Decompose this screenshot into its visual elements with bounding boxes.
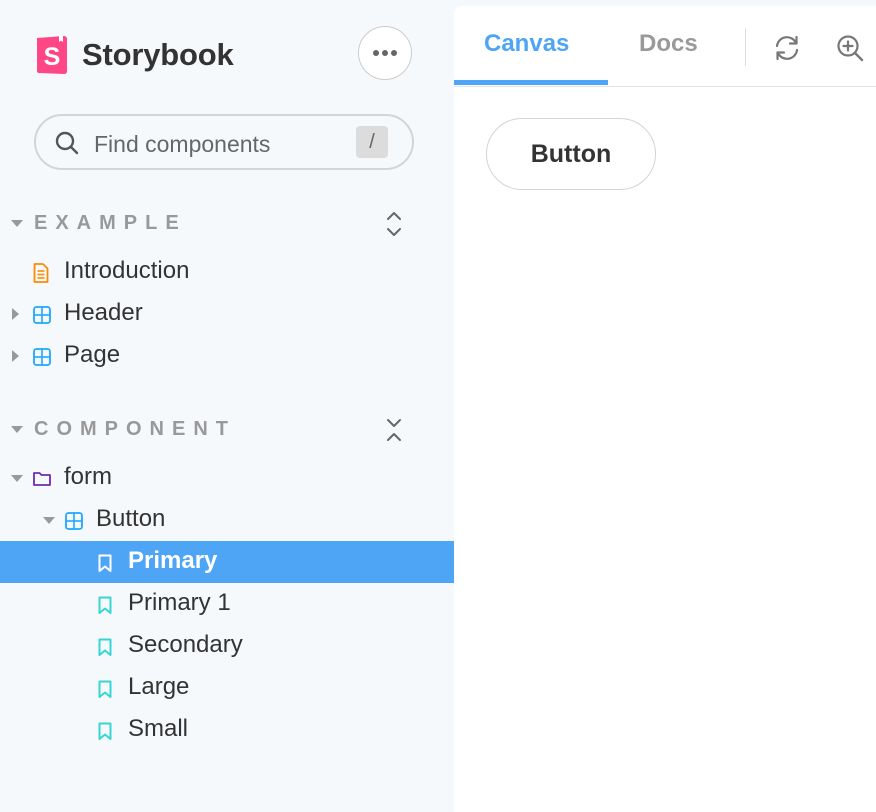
- collapse-all-icon: [387, 419, 401, 441]
- reload-icon[interactable]: [771, 32, 803, 64]
- bookmark-icon: [98, 554, 112, 572]
- sidebar: S Storybook / EXAMPLE: [0, 0, 454, 812]
- tree-item-label: Button: [96, 505, 166, 532]
- component-icon: [33, 348, 51, 366]
- active-tab-indicator: [454, 80, 608, 85]
- tree-item-label: Large: [128, 673, 190, 700]
- preview-toolbar: Canvas Docs: [454, 6, 876, 87]
- tree-item-label: Primary 1: [128, 589, 231, 616]
- folder-icon: [33, 472, 51, 486]
- storybook-logo[interactable]: S Storybook: [34, 32, 234, 78]
- tree-item-label: Primary: [128, 547, 218, 574]
- caret-down-icon: [43, 517, 55, 524]
- search-input[interactable]: [92, 126, 376, 162]
- document-icon: [33, 263, 49, 283]
- expand-all-button[interactable]: [384, 210, 404, 238]
- tree-item-page[interactable]: Page: [0, 335, 454, 377]
- tab-canvas[interactable]: Canvas: [484, 30, 569, 58]
- bookmark-icon: [98, 596, 112, 614]
- tree-item-header[interactable]: Header: [0, 293, 454, 335]
- caret-down-icon: [11, 426, 23, 433]
- brand-name: Storybook: [82, 37, 234, 72]
- component-icon: [33, 306, 51, 324]
- tree-item-label: Secondary: [128, 631, 243, 658]
- svg-text:S: S: [44, 43, 61, 71]
- bookmark-icon: [98, 722, 112, 740]
- component-icon: [65, 512, 83, 530]
- section-component-header[interactable]: COMPONENT: [0, 416, 454, 446]
- tree-item-button[interactable]: Button: [0, 499, 454, 541]
- ellipsis-icon: [373, 50, 397, 56]
- toolbar-divider: [745, 28, 746, 66]
- tree-item-label: Header: [64, 299, 143, 326]
- bookmark-icon: [98, 680, 112, 698]
- section-example-header[interactable]: EXAMPLE: [0, 210, 454, 240]
- caret-down-icon: [11, 475, 23, 482]
- tree-item-small[interactable]: Small: [0, 709, 454, 751]
- search-box[interactable]: /: [34, 114, 414, 170]
- section-title: EXAMPLE: [34, 212, 187, 234]
- caret-right-icon: [12, 308, 19, 320]
- tree-item-label: Small: [128, 715, 189, 742]
- tree-item-label: form: [64, 463, 112, 490]
- sidebar-menu-button[interactable]: [358, 26, 412, 80]
- tree-item-label: Page: [64, 341, 121, 368]
- preview-panel: Canvas Docs Button: [454, 6, 876, 812]
- tree-item-primary[interactable]: Primary: [0, 541, 454, 583]
- search-icon: [55, 131, 79, 155]
- expand-all-icon: [387, 212, 401, 236]
- search-shortcut-key: /: [356, 126, 388, 158]
- caret-down-icon: [11, 220, 23, 227]
- zoom-in-icon[interactable]: [834, 32, 866, 64]
- bookmark-icon: [98, 638, 112, 656]
- tab-docs[interactable]: Docs: [639, 30, 698, 58]
- tree-item-large[interactable]: Large: [0, 667, 454, 709]
- section-title: COMPONENT: [34, 418, 236, 440]
- tree-item-label: Introduction: [64, 257, 190, 284]
- tree-item-secondary[interactable]: Secondary: [0, 625, 454, 667]
- collapse-all-button[interactable]: [384, 416, 404, 444]
- story-button-preview[interactable]: Button: [486, 118, 656, 190]
- tree-item-form[interactable]: form: [0, 457, 454, 499]
- storybook-logo-icon: S: [37, 35, 67, 74]
- tree-item-primary-1[interactable]: Primary 1: [0, 583, 454, 625]
- tree-item-introduction[interactable]: Introduction: [0, 251, 454, 293]
- caret-right-icon: [12, 350, 19, 362]
